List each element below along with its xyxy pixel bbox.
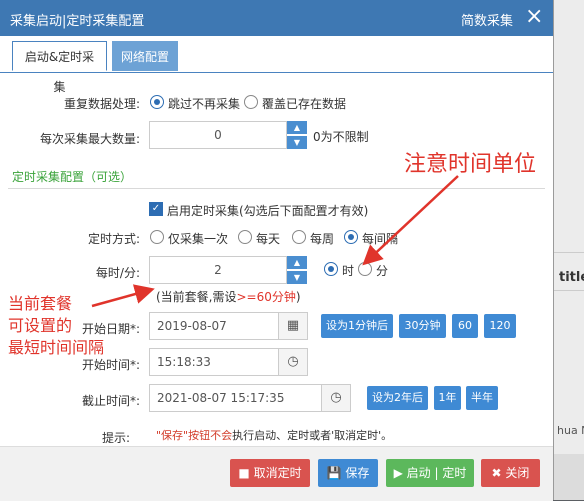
annotation-arrows — [91, 175, 459, 308]
arrow-to-unit — [362, 175, 459, 266]
arrow-to-package — [91, 284, 155, 308]
